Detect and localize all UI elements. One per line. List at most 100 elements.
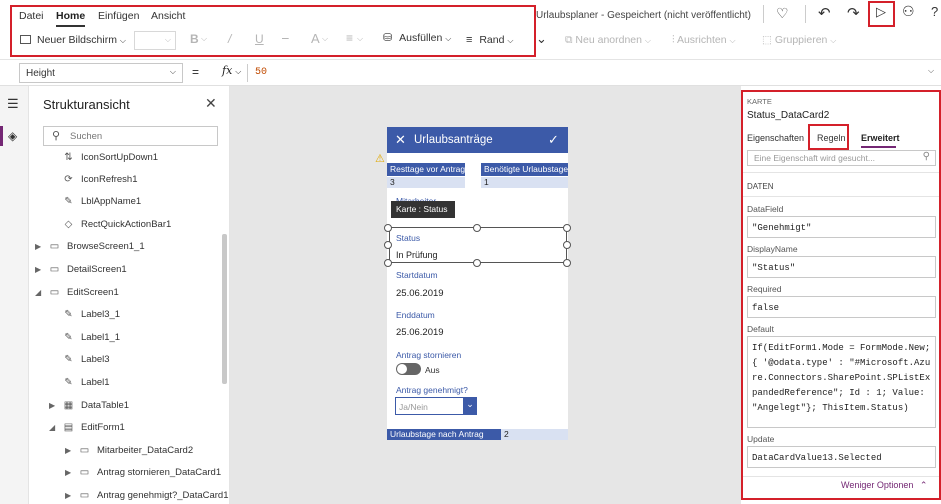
- tree-item-lblappname1[interactable]: ✎ LblAppName1: [61, 192, 141, 210]
- resize-handle[interactable]: [384, 259, 392, 267]
- chevron-down-icon: ⌵: [729, 36, 736, 45]
- highlight-play: [868, 1, 895, 27]
- field-value-status: In Prüfung: [396, 250, 438, 260]
- toggle-knob: [397, 364, 407, 374]
- label-edit-icon: ✎: [64, 331, 73, 343]
- resize-handle[interactable]: [563, 259, 571, 267]
- column-value-benoetigte: 1: [481, 177, 568, 188]
- chevron-down-icon: ⌵: [830, 36, 837, 45]
- footer-label: Urlaubstage nach Antrag: [387, 429, 501, 440]
- resize-handle[interactable]: [563, 224, 571, 232]
- resize-handle[interactable]: [384, 241, 392, 249]
- property-dropdown[interactable]: Height ⌵: [19, 63, 183, 83]
- resize-handle[interactable]: [384, 224, 392, 232]
- tree-scrollbar[interactable]: [222, 234, 227, 384]
- tree-item-editscreen1[interactable]: ◢ ▭ EditScreen1: [35, 283, 119, 301]
- ribbon-collapse-icon[interactable]: ⌄: [536, 31, 547, 47]
- share-user-icon[interactable]: ⚇: [902, 3, 915, 20]
- tree-title: Strukturansicht: [43, 97, 130, 112]
- field-label-startdatum: Startdatum: [396, 270, 438, 280]
- chevron-down-icon: ⌵: [644, 36, 651, 45]
- sort-icon: ⇅: [64, 151, 73, 163]
- chevron-right-icon: ▶: [65, 490, 72, 500]
- align-button[interactable]: ⫶ Ausrichten ⌵: [672, 34, 736, 47]
- close-icon[interactable]: ✕: [205, 95, 217, 112]
- form-icon: ▤: [63, 421, 74, 433]
- field-label-enddatum: Enddatum: [396, 310, 435, 320]
- tree-item-rectquickactionbar1[interactable]: ◇ RectQuickActionBar1: [61, 215, 172, 233]
- check-icon[interactable]: ✓: [548, 132, 559, 148]
- tree-item-label1[interactable]: ✎ Label1: [61, 373, 109, 391]
- field-label-antrag-stornieren: Antrag stornieren: [396, 350, 462, 360]
- resize-handle[interactable]: [473, 259, 481, 267]
- resize-handle[interactable]: [563, 241, 571, 249]
- refresh-icon: ⟳: [64, 173, 73, 185]
- divider: [763, 5, 764, 23]
- chevron-right-icon: ▶: [65, 467, 72, 477]
- chevron-down-icon: ◢: [49, 422, 56, 432]
- field-value-enddatum: 25.06.2019: [396, 327, 444, 338]
- fx-button[interactable]: fx ⌵: [222, 64, 241, 77]
- tree-item-detailscreen1[interactable]: ▶ ▭ DetailScreen1: [35, 260, 127, 278]
- table-icon: ▦: [63, 399, 74, 411]
- group-icon: ⬚: [762, 34, 772, 46]
- chevron-right-icon: ▶: [49, 400, 56, 410]
- tree-item-label1_1[interactable]: ✎ Label1_1: [61, 328, 120, 346]
- help-icon[interactable]: ?: [931, 4, 938, 19]
- reorder-icon: ⧉: [565, 34, 573, 46]
- tree-item-label3_1[interactable]: ✎ Label3_1: [61, 305, 120, 323]
- app-checker-icon[interactable]: ♡: [776, 5, 789, 22]
- equals-sign: =: [192, 65, 200, 79]
- reorder-button[interactable]: ⧉ Neu anordnen ⌵: [565, 34, 651, 47]
- tree-item-antrag-genehmigt-datacard1[interactable]: ▶ ▭ Antrag genehmigt?_DataCard1: [65, 486, 229, 504]
- approved-dropdown[interactable]: Ja/Nein ⌄: [395, 397, 477, 415]
- tree-item-iconrefresh1[interactable]: ⟳ IconRefresh1: [61, 170, 137, 188]
- undo-icon[interactable]: ↶: [818, 4, 831, 22]
- chevron-down-icon: ⌵: [235, 67, 242, 76]
- redo-icon[interactable]: ↷: [847, 4, 860, 22]
- highlight-regeln-tab: [808, 124, 849, 150]
- card-tooltip: Karte : Status: [391, 201, 455, 218]
- app-header: ✕ Urlaubsanträge ✓: [387, 127, 568, 153]
- close-icon[interactable]: ✕: [395, 132, 406, 148]
- chevron-right-icon: ▶: [65, 445, 72, 455]
- highlight-ribbon: [10, 5, 536, 57]
- tree-item-mitarbeiter-datacard2[interactable]: ▶ ▭ Mitarbeiter_DataCard2: [65, 441, 193, 459]
- tree-item-antrag-stornieren-datacard1[interactable]: ▶ ▭ Antrag stornieren_DataCard1: [65, 463, 221, 481]
- screen-icon: ▭: [49, 286, 60, 298]
- column-header-benoetigte: Benötigte Urlaubstage: [481, 163, 568, 176]
- tree-search-input[interactable]: ⚲ Suchen: [43, 126, 218, 146]
- group-button[interactable]: ⬚ Gruppieren ⌵: [762, 34, 836, 46]
- tree-item-browsescreen1_1[interactable]: ▶ ▭ BrowseScreen1_1: [35, 237, 145, 255]
- field-value-startdatum: 25.06.2019: [396, 288, 444, 299]
- resize-handle[interactable]: [473, 224, 481, 232]
- card-icon: ▭: [79, 466, 90, 478]
- layers-icon[interactable]: ◈: [8, 129, 17, 143]
- tree-item-datatable1[interactable]: ▶ ▦ DataTable1: [49, 396, 129, 414]
- chevron-down-icon: ⌄: [463, 397, 477, 415]
- design-canvas: ⚠ ✕ Urlaubsanträge ✓ Resttage vor Antrag…: [230, 86, 741, 504]
- warning-icon[interactable]: ⚠: [375, 152, 385, 165]
- divider: [805, 5, 806, 23]
- search-icon: ⚲: [52, 130, 61, 142]
- tree-item-label3[interactable]: ✎ Label3: [61, 350, 109, 368]
- highlight-properties-panel: [741, 90, 941, 500]
- field-label-antrag-genehmigt: Antrag genehmigt?: [396, 385, 468, 395]
- tree-item-editform1[interactable]: ◢ ▤ EditForm1: [49, 418, 125, 436]
- shape-icon: ◇: [64, 218, 73, 230]
- cancel-toggle[interactable]: [396, 363, 421, 375]
- app-title: Urlaubsanträge: [414, 134, 493, 146]
- label-edit-icon: ✎: [64, 308, 73, 320]
- app-screen-preview: ✕ Urlaubsanträge ✓ Resttage vor Antrag B…: [384, 127, 571, 440]
- hamburger-icon[interactable]: ☰: [7, 96, 19, 112]
- formula-input[interactable]: 50: [251, 63, 939, 83]
- field-label-status: Status: [396, 233, 421, 243]
- screen-icon: ▭: [49, 240, 60, 252]
- chevron-down-icon[interactable]: ⌵: [928, 66, 934, 76]
- formula-bar: Height ⌵ = fx ⌵ 50 ⌵: [0, 60, 941, 86]
- tree-item-iconsortupdown1[interactable]: ⇅ IconSortUpDown1: [61, 148, 158, 166]
- chevron-down-icon: ⌵: [169, 67, 176, 76]
- align-icon: ⫶: [672, 34, 675, 46]
- app-status-title: Urlaubsplaner - Gespeichert (nicht veröf…: [536, 10, 751, 21]
- active-indicator: [0, 126, 3, 146]
